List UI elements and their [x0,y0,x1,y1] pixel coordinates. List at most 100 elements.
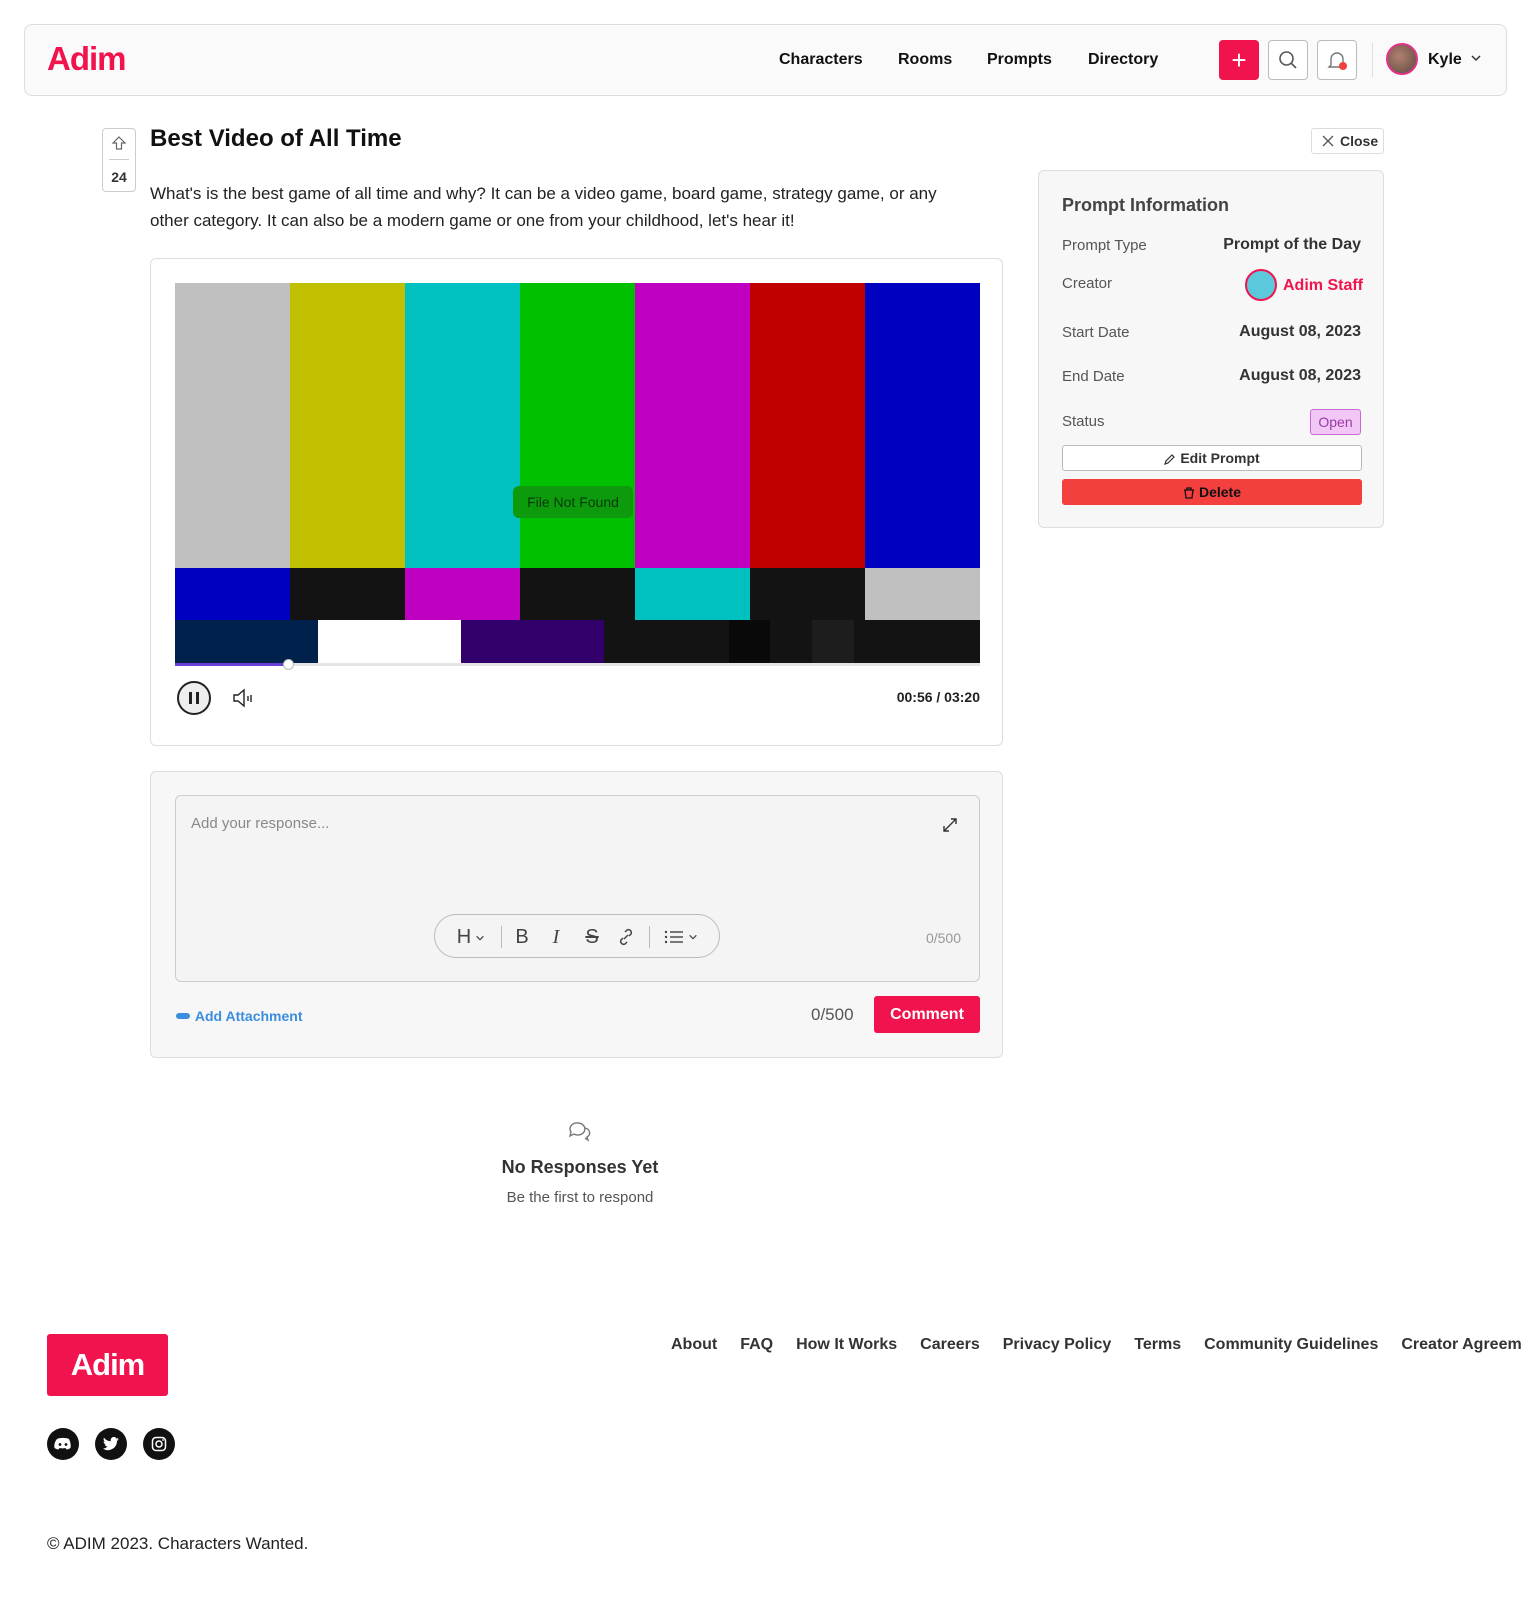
nav-directory[interactable]: Directory [1088,51,1158,69]
progress-fill [175,663,288,666]
creator-link[interactable]: Adim Staff [1245,269,1363,303]
create-button[interactable]: + [1219,40,1259,80]
vote-divider [109,159,129,160]
end-date-label: End Date [1062,368,1125,385]
strikethrough-icon[interactable]: S [579,915,605,959]
discord-icon[interactable] [47,1428,79,1460]
creator-label: Creator [1062,275,1113,292]
footer-link-careers[interactable]: Careers [920,1336,980,1353]
instagram-icon[interactable] [143,1428,175,1460]
volume-icon[interactable] [231,687,255,709]
empty-state-title: No Responses Yet [501,1157,659,1177]
color-bar-mid [520,568,635,620]
color-bar-top [175,283,290,568]
paperclip-icon [176,1013,190,1020]
close-label: Close [1340,133,1379,149]
trash-icon [1183,487,1194,499]
color-bar-mid [865,568,980,620]
comment-button[interactable]: Comment [874,996,980,1033]
prompt-info-title: Prompt Information [1062,195,1229,215]
footer-link-faq[interactable]: FAQ [740,1336,773,1353]
nav-prompts[interactable]: Prompts [987,51,1052,69]
notifications-button[interactable] [1317,40,1357,80]
close-icon [1322,135,1334,147]
status-label: Status [1062,413,1105,430]
chevron-down-icon[interactable] [1470,52,1482,64]
file-not-found-overlay: File Not Found [513,486,633,518]
comment-card: Add your response... H B I S 0/500 Add A… [150,771,1003,1058]
response-editor[interactable]: Add your response... H B I S 0/500 [175,795,980,982]
color-bar-mid [635,568,750,620]
list-dropdown[interactable] [659,915,703,959]
footer-links: About FAQ How It Works Careers Privacy Polic… [671,1336,1536,1354]
color-bar-bottom [770,620,812,665]
footer-link-community-guidelines[interactable]: Community Guidelines [1204,1336,1378,1353]
vote-count: 24 [111,169,127,185]
toolbar-divider [649,926,650,948]
prompt-type-label: Prompt Type [1062,237,1147,254]
chevron-down-icon [476,935,484,941]
empty-state: No Responses Yet Be the first to respond [450,1120,710,1206]
color-bar-top [520,283,635,568]
search-button[interactable] [1268,40,1308,80]
color-bar-bottom [729,620,770,665]
user-name[interactable]: Kyle [1428,51,1462,69]
editor-char-count: 0/500 [925,930,961,946]
edit-prompt-button[interactable]: Edit Prompt [1062,445,1362,471]
end-date-value: August 08, 2023 [1239,367,1361,384]
color-bar-top [750,283,865,568]
video-progress-bar[interactable] [175,659,980,670]
avatar[interactable] [1386,43,1418,75]
progress-handle[interactable] [282,659,294,670]
link-icon[interactable] [613,915,639,959]
delete-button[interactable]: Delete [1062,479,1362,505]
twitter-icon[interactable] [95,1428,127,1460]
nav-rooms[interactable]: Rooms [898,51,952,69]
response-placeholder[interactable]: Add your response... [191,815,329,832]
pause-button[interactable] [177,681,211,715]
footer-link-about[interactable]: About [671,1336,717,1353]
expand-icon[interactable] [941,816,959,834]
color-bar-top [405,283,520,568]
color-bar-mid [290,568,405,620]
heading-icon: H [456,926,472,948]
close-button[interactable]: Close [1311,128,1384,154]
chevron-down-icon [689,934,697,940]
format-toolbar: H B I S [434,914,720,958]
prompt-type-value: Prompt of the Day [1223,236,1361,253]
color-bar-top [290,283,405,568]
video-player[interactable]: File Not Found [175,283,980,665]
prompt-description: What's is the best game of all time and … [150,184,937,230]
copyright: © ADIM 2023. Characters Wanted. [47,1534,309,1553]
footer-link-terms[interactable]: Terms [1134,1336,1181,1353]
footer-link-privacy[interactable]: Privacy Policy [1003,1336,1112,1353]
nav-characters[interactable]: Characters [779,51,863,69]
color-bar-bottom [175,620,318,665]
upvote-arrow-icon[interactable] [111,135,127,151]
bell-icon [1327,52,1347,70]
footer-link-creator-agreement[interactable]: Creator Agreem [1401,1336,1521,1353]
add-attachment-button[interactable]: Add Attachment [175,1007,302,1024]
bold-icon[interactable]: B [509,915,535,959]
footer-logo[interactable]: Adim [47,1334,168,1396]
start-date-value: August 08, 2023 [1239,323,1361,340]
delete-label: Delete [1198,484,1242,500]
color-bar-mid [175,568,290,620]
header-divider [1372,43,1373,77]
page-title: Best Video of All Time [150,125,402,152]
color-bar-bottom [854,620,980,665]
footer-link-how-it-works[interactable]: How It Works [796,1336,897,1353]
video-card: File Not Found 00:56 / 03:20 [150,258,1003,746]
pencil-icon [1164,454,1176,466]
pause-icon [189,692,192,704]
creator-avatar [1245,269,1277,301]
italic-icon[interactable]: I [543,915,569,959]
list-icon [664,930,683,943]
pause-icon [196,692,199,704]
prompt-info-panel: Prompt Information Prompt Type Prompt of… [1038,170,1384,528]
heading-dropdown[interactable]: H [451,915,491,959]
adim-logo[interactable]: Adim [47,39,137,79]
upvote-widget[interactable]: 24 [102,128,136,192]
creator-name: Adim Staff [1283,277,1363,294]
chat-bubbles-icon [568,1122,591,1142]
